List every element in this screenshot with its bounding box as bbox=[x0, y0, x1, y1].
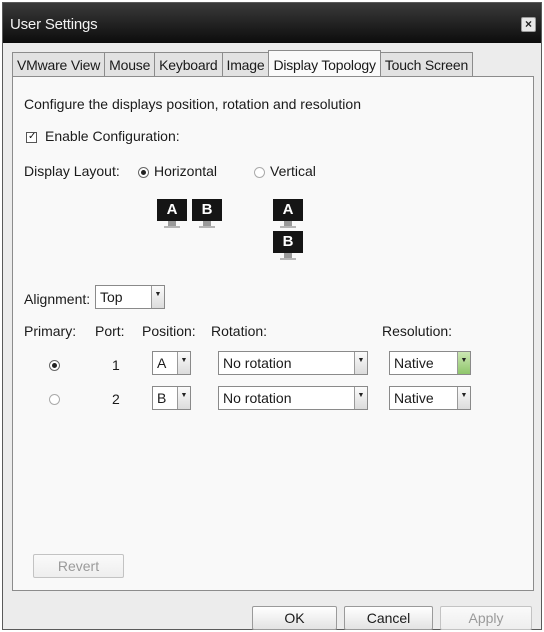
tab-touch-screen[interactable]: Touch Screen bbox=[379, 52, 474, 76]
panel-description: Configure the displays position, rotatio… bbox=[24, 96, 361, 112]
display-topology-panel: Configure the displays position, rotatio… bbox=[12, 76, 534, 591]
monitor-stand-icon bbox=[280, 253, 296, 260]
tab-keyboard[interactable]: Keyboard bbox=[154, 52, 223, 76]
monitor-b-horizontal-icon: B bbox=[192, 199, 222, 221]
chevron-down-icon[interactable]: ▼ bbox=[457, 387, 470, 409]
resolution-value: Native bbox=[394, 355, 434, 371]
apply-button[interactable]: Apply bbox=[440, 606, 532, 630]
enable-configuration-label: Enable Configuration: bbox=[45, 128, 180, 144]
rotation-select-port-2[interactable]: No rotation ▼ bbox=[218, 386, 368, 410]
primary-radio-port-1[interactable] bbox=[49, 360, 60, 371]
resolution-select-port-1[interactable]: Native ▼ bbox=[389, 351, 471, 375]
monitor-b-vertical-icon: B bbox=[273, 231, 303, 253]
revert-button[interactable]: Revert bbox=[33, 554, 124, 578]
monitor-stand-icon bbox=[164, 221, 180, 228]
primary-column-header: Primary: bbox=[24, 323, 77, 339]
tab-display-topology[interactable]: Display Topology bbox=[268, 50, 381, 76]
alignment-value: Top bbox=[100, 289, 123, 305]
resolution-select-port-2[interactable]: Native ▼ bbox=[389, 386, 471, 410]
chevron-down-icon[interactable]: ▼ bbox=[177, 352, 190, 374]
position-column-header: Position: bbox=[142, 323, 196, 339]
vertical-radio[interactable] bbox=[254, 167, 265, 178]
rotation-value: No rotation bbox=[223, 355, 292, 371]
checkmark-icon: ✓ bbox=[28, 131, 37, 142]
tab-bar: VMware View Mouse Keyboard Image Display… bbox=[12, 50, 474, 77]
vertical-label: Vertical bbox=[270, 163, 316, 179]
tab-mouse[interactable]: Mouse bbox=[104, 52, 156, 76]
monitor-stand-icon bbox=[199, 221, 215, 228]
display-layout-label: Display Layout: bbox=[24, 163, 120, 179]
position-select-port-1[interactable]: A ▼ bbox=[152, 351, 191, 375]
ok-button[interactable]: OK bbox=[252, 606, 337, 630]
tab-vmware-view[interactable]: VMware View bbox=[12, 52, 106, 76]
chevron-down-icon[interactable]: ▼ bbox=[177, 387, 190, 409]
primary-radio-port-2[interactable] bbox=[49, 394, 60, 405]
title-bar: User Settings × bbox=[3, 3, 541, 43]
horizontal-label: Horizontal bbox=[154, 163, 218, 179]
rotation-value: No rotation bbox=[223, 390, 292, 406]
cancel-button[interactable]: Cancel bbox=[344, 606, 433, 630]
position-select-port-2[interactable]: B ▼ bbox=[152, 386, 191, 410]
rotation-column-header: Rotation: bbox=[211, 323, 268, 339]
alignment-label: Alignment: bbox=[24, 291, 91, 307]
window-title: User Settings bbox=[10, 16, 98, 33]
port-number: 2 bbox=[112, 391, 120, 407]
chevron-down-icon[interactable]: ▼ bbox=[457, 352, 470, 374]
monitor-a-horizontal-icon: A bbox=[157, 199, 187, 221]
position-value: B bbox=[157, 390, 167, 406]
enable-configuration-checkbox[interactable]: ✓ bbox=[26, 131, 37, 143]
user-settings-window: User Settings × VMware View Mouse Keyboa… bbox=[2, 2, 542, 630]
alignment-select[interactable]: Top ▼ bbox=[95, 285, 165, 309]
port-column-header: Port: bbox=[95, 323, 125, 339]
close-icon[interactable]: × bbox=[521, 17, 536, 32]
resolution-column-header: Resolution: bbox=[382, 323, 453, 339]
rotation-select-port-1[interactable]: No rotation ▼ bbox=[218, 351, 368, 375]
port-number: 1 bbox=[112, 357, 120, 373]
chevron-down-icon[interactable]: ▼ bbox=[354, 352, 367, 374]
position-value: A bbox=[157, 355, 167, 371]
tab-image[interactable]: Image bbox=[221, 52, 270, 76]
chevron-down-icon[interactable]: ▼ bbox=[354, 387, 367, 409]
monitor-stand-icon bbox=[280, 221, 296, 228]
horizontal-radio[interactable] bbox=[138, 167, 149, 178]
monitor-a-vertical-icon: A bbox=[273, 199, 303, 221]
chevron-down-icon[interactable]: ▼ bbox=[151, 286, 164, 308]
resolution-value: Native bbox=[394, 390, 434, 406]
